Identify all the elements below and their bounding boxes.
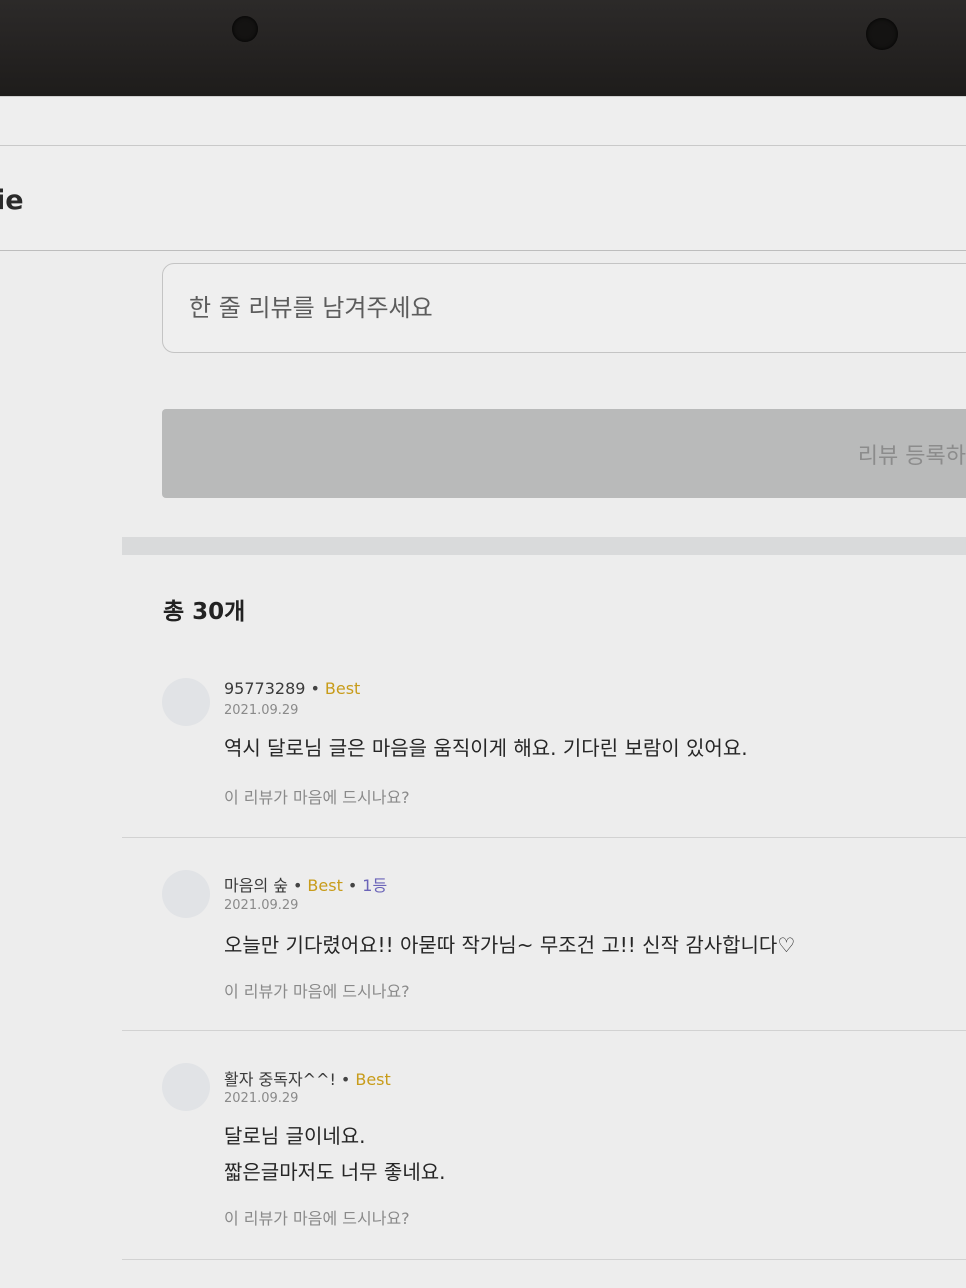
- review-item: 활자 중독자^^! • Best 2021.09.29 달로님 글이네요. 짧은글마…: [122, 1031, 966, 1260]
- review-author: 활자 중독자^^!: [224, 1070, 336, 1089]
- review-date: 2021.09.29: [224, 703, 299, 718]
- section-divider: [122, 537, 966, 555]
- review-author: 마음의 숲: [224, 876, 288, 895]
- review-author: 95773289: [224, 679, 306, 698]
- like-prompt-link[interactable]: 이 리뷰가 마음에 드시나요?: [224, 784, 410, 808]
- device-bezel: [0, 0, 966, 96]
- header-divider: [0, 145, 966, 146]
- review-meta: 마음의 숲 • Best • 1등: [224, 876, 388, 895]
- page-header: ie: [0, 96, 966, 251]
- review-meta: 활자 중독자^^! • Best: [224, 1070, 391, 1089]
- review-meta: 95773289 • Best: [224, 679, 361, 698]
- review-input[interactable]: [162, 263, 966, 353]
- app-screen: ie 리뷰 등록하 총 30개 95773289•Best 2021.09.29…: [0, 96, 966, 1288]
- like-prompt-link[interactable]: 이 리뷰가 마음에 드시나요?: [224, 978, 410, 1002]
- review-text-line-1: 달로님 글이네요.: [224, 1124, 366, 1148]
- review-date: 2021.09.29: [224, 898, 299, 913]
- best-badge: Best: [355, 1070, 391, 1089]
- review-count: 총 30개: [163, 599, 246, 625]
- review-item: 95773289 • Best 2021.09.29 역시 달로님 글은 마음을 움…: [122, 641, 966, 838]
- avatar: [162, 678, 210, 726]
- best-badge: Best: [307, 876, 343, 895]
- review-text-line-2: 짧은글마저도 너무 좋네요.: [224, 1160, 446, 1184]
- camera-sensor-icon: [232, 16, 258, 42]
- review-date: 2021.09.29: [224, 1091, 299, 1106]
- review-text: 오늘만 기다렸어요!! 아묻따 작가님~ 무조건 고!! 신작 감사합니다♡: [224, 933, 796, 957]
- review-item: 마음의 숲 • Best • 1등 2021.09.29 오늘만 기다렸어요!! 아묻따…: [122, 838, 966, 1031]
- page-title: ie: [0, 185, 24, 216]
- review-text: 역시 달로님 글은 마음을 움직이게 해요. 기다린 보람이 있어요.: [224, 736, 748, 760]
- camera-icon: [866, 18, 898, 50]
- best-badge: Best: [324, 679, 361, 698]
- rank-badge: 1등: [362, 876, 388, 895]
- avatar: [162, 1063, 210, 1111]
- avatar: [162, 870, 210, 918]
- submit-review-button[interactable]: 리뷰 등록하: [162, 409, 966, 498]
- like-prompt-link[interactable]: 이 리뷰가 마음에 드시나요?: [224, 1205, 410, 1229]
